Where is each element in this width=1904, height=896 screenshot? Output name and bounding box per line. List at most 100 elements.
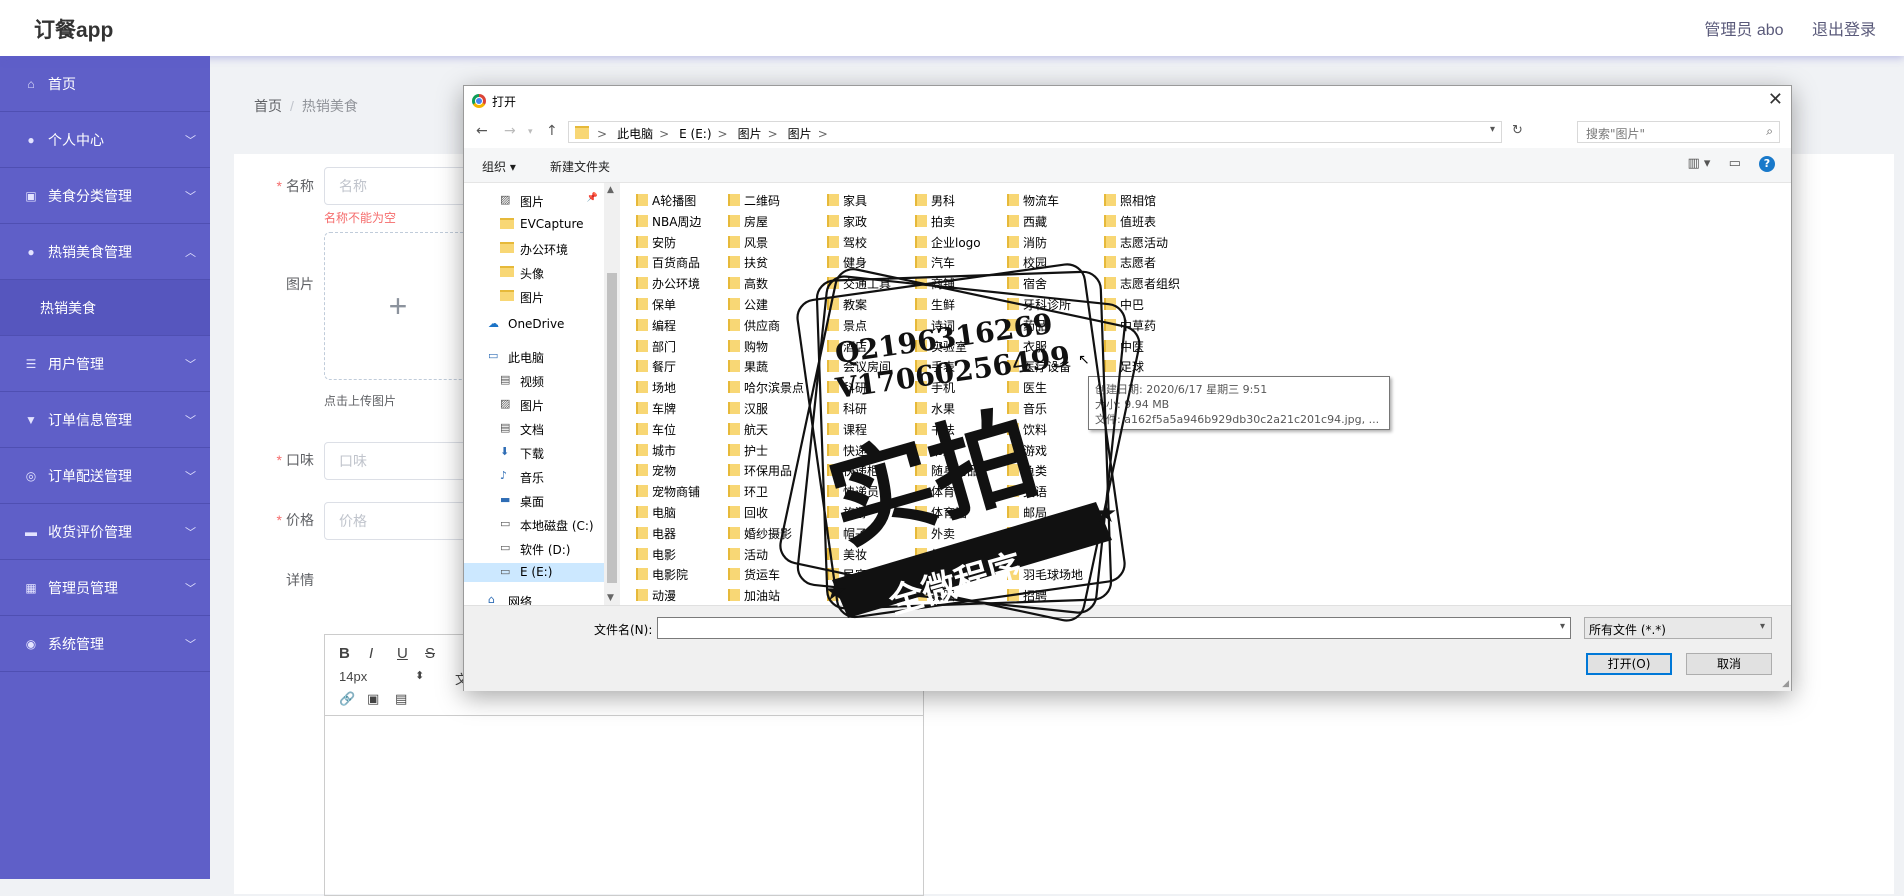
- recent-chevron-icon[interactable]: ▾: [528, 127, 533, 137]
- folder-icon: [827, 339, 839, 352]
- refresh-icon[interactable]: ↻: [1512, 123, 1523, 138]
- user-icon: ●: [27, 132, 35, 147]
- nav-item[interactable]: ☁ OneDrive: [464, 315, 604, 334]
- breadcrumb-home[interactable]: 首页: [254, 98, 282, 114]
- path-pictures-2[interactable]: 图片: [788, 127, 812, 141]
- scroll-down-icon[interactable]: ▼: [607, 593, 614, 603]
- nav-item[interactable]: EVCapture: [464, 215, 604, 234]
- sidebar-item-admins[interactable]: ▦ 管理员管理 ﹀: [0, 560, 210, 616]
- nav-scrollbar[interactable]: ▲ ▼: [604, 183, 620, 605]
- folder-label: 哈尔滨景点: [744, 381, 805, 396]
- back-arrow-icon[interactable]: ←: [476, 123, 488, 139]
- organize-button[interactable]: 组织 ▾: [482, 158, 516, 175]
- nav-item[interactable]: ▭ 软件 (D:): [464, 539, 604, 558]
- sidebar-item-users[interactable]: ☰ 用户管理 ﹀: [0, 336, 210, 392]
- font-size-select[interactable]: 14px: [339, 669, 367, 684]
- sidebar-item-home[interactable]: ⌂ 首页: [0, 56, 210, 112]
- nav-item[interactable]: ▬ 桌面: [464, 491, 604, 510]
- folder-label: 值班表: [1120, 214, 1157, 229]
- folder-icon: [915, 298, 927, 310]
- image-icon[interactable]: ▣: [367, 691, 379, 707]
- filetype-select[interactable]: 所有文件 (*.*) ▾: [1584, 617, 1772, 639]
- nav-item[interactable]: ⬇ 下载: [464, 443, 604, 462]
- folder-icon: [915, 485, 927, 498]
- cancel-button[interactable]: 取消: [1686, 653, 1772, 675]
- bold-button[interactable]: B: [339, 645, 350, 662]
- nav-item[interactable]: ▨ 图片 📌: [464, 191, 604, 210]
- folder-icon: [915, 464, 927, 477]
- folder-label: 宠物: [652, 464, 677, 479]
- scroll-thumb[interactable]: [607, 273, 617, 583]
- chevron-down-icon[interactable]: ▾: [1490, 124, 1495, 135]
- video-icon[interactable]: ▤: [395, 691, 407, 707]
- new-folder-button[interactable]: 新建文件夹: [550, 158, 610, 175]
- close-button[interactable]: ✕: [1768, 89, 1783, 110]
- sidebar-subitem-hot-food[interactable]: 热销美食: [0, 280, 210, 336]
- folder-label: 商铺: [931, 277, 956, 292]
- folder-icon: [827, 381, 839, 394]
- address-bar[interactable]: > 此电脑 > E (E:) > 图片 > 图片 > ▾: [568, 121, 1502, 143]
- folder-icon: [1007, 568, 1019, 581]
- folder-label: 体育: [931, 485, 956, 500]
- folder-label: 照相馆: [1120, 194, 1157, 208]
- sidebar-item-orders[interactable]: ▼ 订单信息管理 ﹀: [0, 392, 210, 448]
- nav-item[interactable]: 头像: [464, 263, 604, 282]
- folder-label: 保单: [652, 298, 677, 312]
- scroll-up-icon[interactable]: ▲: [607, 185, 614, 195]
- strike-button[interactable]: S: [425, 645, 435, 662]
- sidebar-item-profile[interactable]: ● 个人中心 ﹀: [0, 112, 210, 168]
- folder-icon: [915, 277, 927, 290]
- help-icon[interactable]: ?: [1759, 156, 1775, 172]
- path-pictures-1[interactable]: 图片: [738, 127, 762, 141]
- nav-item-label: 音乐: [520, 471, 545, 485]
- sidebar-item-hot-food[interactable]: ● 热销美食管理 ︿: [0, 224, 210, 280]
- sidebar-item-reviews[interactable]: ▬ 收货评价管理 ﹀: [0, 504, 210, 560]
- nav-item[interactable]: ▭ E (E:): [464, 563, 604, 582]
- folder-icon: [915, 526, 927, 539]
- filename-input[interactable]: ▾: [657, 617, 1571, 639]
- italic-button[interactable]: I: [369, 645, 373, 662]
- view-mode-icon[interactable]: ▥ ▾: [1687, 156, 1710, 171]
- nav-item-label: 下载: [520, 447, 545, 461]
- path-this-pc[interactable]: 此电脑: [617, 127, 653, 141]
- link-icon[interactable]: 🔗: [339, 691, 355, 707]
- folder-icon: [1104, 339, 1116, 352]
- open-button[interactable]: 打开(O): [1586, 653, 1672, 675]
- image-uploader[interactable]: +: [324, 232, 472, 380]
- sidebar-item-delivery[interactable]: ◎ 订单配送管理 ﹀: [0, 448, 210, 504]
- dialog-title: 打开: [492, 95, 517, 109]
- nav-item[interactable]: ▨ 图片: [464, 395, 604, 414]
- nav-item[interactable]: ▤ 文档: [464, 419, 604, 438]
- admin-user-link[interactable]: 管理员 abo: [1704, 22, 1783, 39]
- nav-item[interactable]: 办公环境: [464, 239, 604, 258]
- path-drive-e[interactable]: E (E:): [679, 127, 711, 141]
- nav-item[interactable]: 图片: [464, 287, 604, 306]
- folder-label: 英语: [1023, 485, 1048, 500]
- folder-label: 供应商: [744, 318, 781, 333]
- folder-label: 男科: [931, 194, 956, 208]
- search-input[interactable]: 搜索"图片" ⌕: [1577, 121, 1780, 143]
- folder-icon: [1007, 256, 1019, 269]
- nav-item[interactable]: ▤ 视频: [464, 371, 604, 390]
- drive-icon: ▭: [500, 517, 511, 530]
- view-controls: ▥ ▾ ▭ ?: [1673, 156, 1775, 172]
- folder-label: 实验室: [931, 339, 968, 354]
- folder-icon: [728, 277, 740, 290]
- logout-link[interactable]: 退出登录: [1812, 22, 1876, 39]
- nav-item[interactable]: ▭ 本地磁盘 (C:): [464, 515, 604, 534]
- app-header: 订餐app 管理员 abo 退出登录: [0, 0, 1904, 56]
- up-arrow-icon[interactable]: ↑: [546, 123, 558, 139]
- download-icon: ⬇: [500, 445, 510, 458]
- nav-item[interactable]: ▭ 此电脑: [464, 347, 604, 366]
- resize-grip-icon[interactable]: ◢: [1782, 679, 1789, 689]
- navigation-pane: ▨ 图片 📌 EVCapture 办公环境头像图片 ☁ OneDrive ▭ 此电脑 ▤ 视频 ▨ 图片…: [464, 183, 605, 609]
- folder-label: 足球: [1120, 360, 1145, 375]
- chevron-down-icon[interactable]: ▾: [1560, 621, 1565, 632]
- underline-button[interactable]: U: [397, 645, 408, 662]
- sidebar-item-system[interactable]: ◉ 系统管理 ﹀: [0, 616, 210, 672]
- preview-pane-icon[interactable]: ▭: [1729, 156, 1741, 171]
- forward-arrow-icon[interactable]: →: [504, 123, 516, 139]
- sidebar-item-food-category[interactable]: ▣ 美食分类管理 ﹀: [0, 168, 210, 224]
- nav-item[interactable]: ♪ 音乐: [464, 467, 604, 486]
- folder-label: 活动: [744, 547, 769, 562]
